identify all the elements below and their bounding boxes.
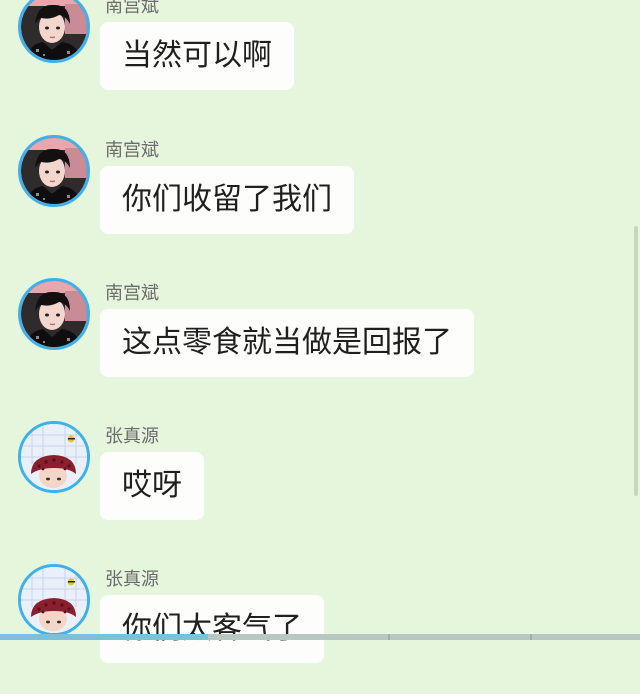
avatar[interactable] bbox=[18, 278, 90, 350]
message-bubble[interactable]: 当然可以啊 bbox=[100, 22, 294, 90]
sender-name: 张真源 bbox=[105, 426, 159, 447]
chat-message: 张真源 哎呀 bbox=[0, 421, 640, 551]
sender-name: 张真源 bbox=[105, 569, 159, 590]
message-bubble[interactable]: 你们收留了我们 bbox=[100, 166, 354, 234]
chat-message: 南宫斌 这点零食就当做是回报了 bbox=[0, 278, 640, 408]
sender-name: 南宫斌 bbox=[105, 0, 159, 17]
chat-message-list[interactable]: 南宫斌 当然可以啊 南宫斌 你们收留了我们 南宫斌 这点零食就当做是回报了 张真… bbox=[0, 0, 640, 663]
message-bubble[interactable]: 哎呀 bbox=[100, 452, 204, 520]
avatar[interactable] bbox=[18, 564, 90, 636]
sender-name: 南宫斌 bbox=[105, 140, 159, 161]
boy-red-hat-avatar-icon bbox=[21, 424, 87, 490]
bottom-progress-bar-fill bbox=[0, 634, 208, 640]
sender-name: 南宫斌 bbox=[105, 283, 159, 304]
boy-dark-hair-avatar-icon bbox=[21, 138, 87, 204]
message-bubble[interactable]: 你们太客气了 bbox=[100, 595, 324, 663]
boy-dark-hair-avatar-icon bbox=[21, 281, 87, 347]
avatar[interactable] bbox=[18, 0, 90, 63]
boy-dark-hair-avatar-icon bbox=[21, 0, 87, 60]
bottom-bar-divider bbox=[388, 634, 390, 640]
boy-red-hat-avatar-icon bbox=[21, 567, 87, 633]
chat-message: 张真源 你们太客气了 bbox=[0, 564, 640, 694]
chat-message: 南宫斌 当然可以啊 bbox=[0, 0, 640, 121]
scrollbar[interactable] bbox=[634, 226, 638, 496]
bottom-bar-divider bbox=[530, 634, 532, 640]
avatar[interactable] bbox=[18, 135, 90, 207]
message-bubble[interactable]: 这点零食就当做是回报了 bbox=[100, 309, 474, 377]
avatar[interactable] bbox=[18, 421, 90, 493]
chat-message: 南宫斌 你们收留了我们 bbox=[0, 135, 640, 265]
